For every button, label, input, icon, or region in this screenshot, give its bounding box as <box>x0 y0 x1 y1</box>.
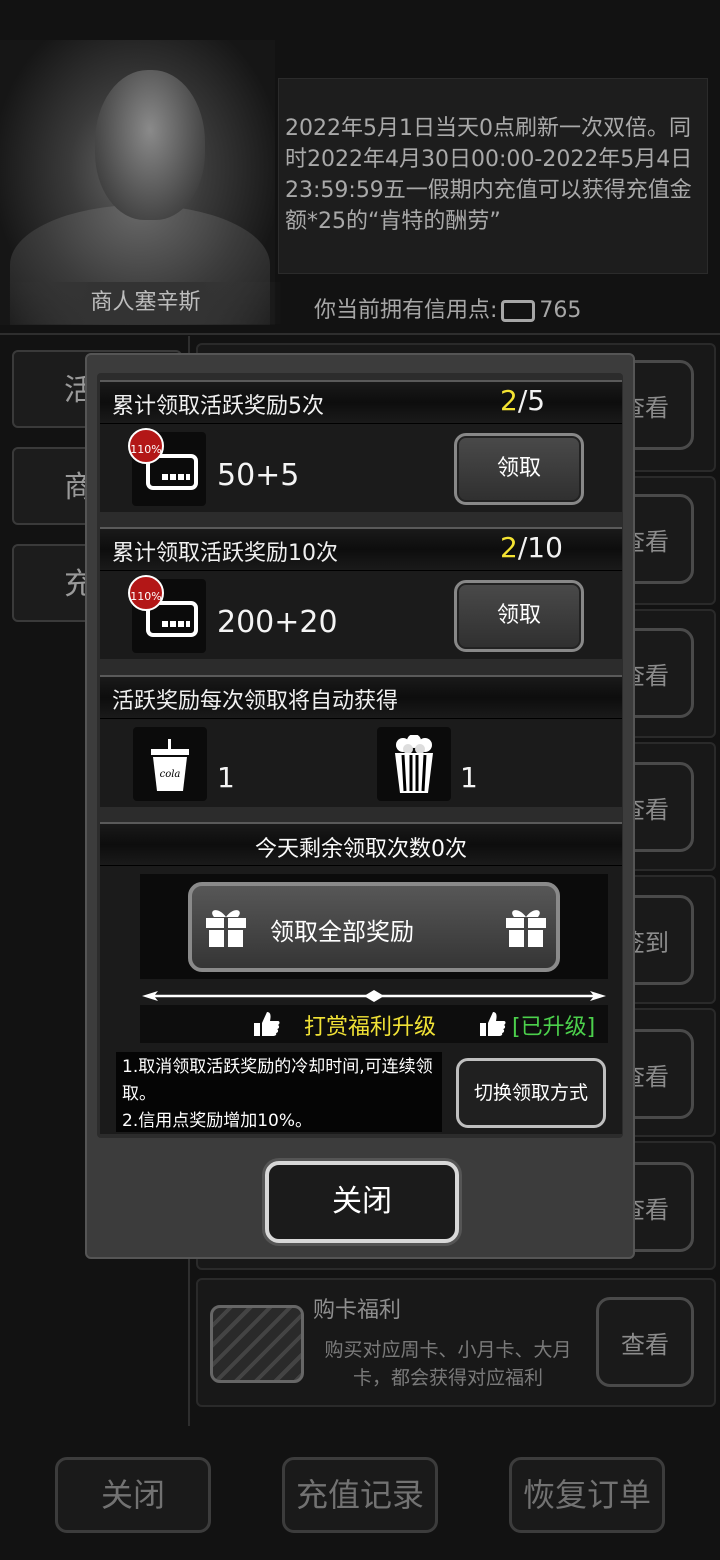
reward-section-5: 累计领取活跃奖励5次 2/5 110% 50+5 领取 <box>100 380 622 512</box>
reward-section-10: 累计领取活跃奖励10次 2/10 110% 200+20 领取 <box>100 527 622 659</box>
bonus-badge: 110% <box>128 575 164 611</box>
progress-total: /10 <box>517 531 563 564</box>
remaining-claims-text: 今天剩余领取次数0次 <box>255 837 467 862</box>
progress-current: 2 <box>500 384 518 417</box>
upgrade-text: 打赏福利升级 <box>304 1015 437 1040</box>
upgrade-description: 1.取消领取活跃奖励的冷却时间,可连续领取。 2.信用点奖励增加10%。 <box>116 1052 442 1132</box>
upgraded-status: [已升级] <box>512 1015 596 1040</box>
cola-count: 1 <box>217 761 235 794</box>
claim-button[interactable]: 领取 <box>454 580 584 652</box>
modal-close-button[interactable]: 关闭 <box>265 1161 459 1243</box>
cola-cup-icon: cola <box>151 739 189 791</box>
card-benefit-title: 购卡福利 <box>313 1298 402 1323</box>
gift-icon <box>206 910 246 947</box>
popcorn-item-box <box>377 727 451 801</box>
ornament-divider <box>142 990 606 1002</box>
reward-header: 累计领取活跃奖励5次 2/5 <box>100 380 622 424</box>
progress-current: 2 <box>500 531 518 564</box>
reward-amount: 50+5 <box>217 458 300 493</box>
credit-item-box: 110% <box>128 428 206 506</box>
auto-reward-header: 活跃奖励每次领取将自动获得 <box>100 675 622 719</box>
reward-amount: 200+20 <box>217 605 338 640</box>
thumbs-up-icon <box>480 1012 506 1036</box>
credit-label: 你当前拥有信用点: <box>314 298 498 323</box>
reward-modal: 累计领取活跃奖励5次 2/5 110% 50+5 领取 累计领取活跃奖励10次 … <box>85 353 635 1259</box>
credit-value: 765 <box>539 298 582 323</box>
upgrade-desc-2: 2.信用点奖励增加10%。 <box>122 1111 313 1131</box>
claim-all-button[interactable]: 领取全部奖励 <box>188 882 560 972</box>
reward-title: 累计领取活跃奖励5次 <box>112 394 324 419</box>
claim-button[interactable]: 领取 <box>454 433 584 505</box>
recharge-history-button[interactable]: 充值记录 <box>282 1457 438 1533</box>
credit-card-icon <box>501 300 536 322</box>
cola-item-box: cola <box>133 727 207 801</box>
cola-text: cola <box>160 769 181 780</box>
credit-item-box: 110% <box>128 575 206 653</box>
reward-progress: 2/5 <box>500 384 545 417</box>
bottom-close-button[interactable]: 关闭 <box>55 1457 211 1533</box>
popcorn-count: 1 <box>460 761 478 794</box>
merchant-name: 商人塞辛斯 <box>8 282 283 324</box>
credit-balance: 你当前拥有信用点: 765 <box>314 292 581 324</box>
thumbs-up-icon <box>254 1012 280 1036</box>
popcorn-icon <box>395 735 433 793</box>
view-button[interactable]: 查看 <box>596 1297 694 1387</box>
claim-all-label: 领取全部奖励 <box>270 918 414 946</box>
upgrade-desc-1: 1.取消领取活跃奖励的冷却时间,可连续领取。 <box>122 1057 433 1104</box>
reward-progress: 2/10 <box>500 531 563 564</box>
auto-reward-title: 活跃奖励每次领取将自动获得 <box>112 689 399 714</box>
gift-icon <box>506 910 546 947</box>
reward-header: 累计领取活跃奖励10次 2/10 <box>100 527 622 571</box>
auto-reward-section: 活跃奖励每次领取将自动获得 cola 1 1 <box>100 675 622 807</box>
claim-all-wrap: 领取全部奖励 <box>140 874 608 979</box>
switch-claim-mode-button[interactable]: 切换领取方式 <box>456 1058 606 1128</box>
claim-all-section: 今天剩余领取次数0次 领取全部奖励 打赏福利升级 [已升级] 1.取消领取活跃奖… <box>100 822 622 1134</box>
reward-title: 累计领取活跃奖励10次 <box>112 541 338 566</box>
card-benefit-desc: 购买对应周卡、小月卡、大月卡，都会获得对应福利 <box>324 1339 572 1389</box>
event-notice: 2022年5月1日当天0点刷新一次双倍。同时2022年4月30日00:00-20… <box>278 78 708 274</box>
trophy-card-icon <box>210 1305 304 1383</box>
progress-total: /5 <box>517 384 546 417</box>
restore-order-button[interactable]: 恢复订单 <box>509 1457 665 1533</box>
merchant-head-shape <box>95 70 205 220</box>
bonus-badge: 110% <box>128 428 164 464</box>
upgrade-row: 打赏福利升级 [已升级] <box>140 1005 608 1043</box>
claim-all-header: 今天剩余领取次数0次 <box>100 822 622 866</box>
